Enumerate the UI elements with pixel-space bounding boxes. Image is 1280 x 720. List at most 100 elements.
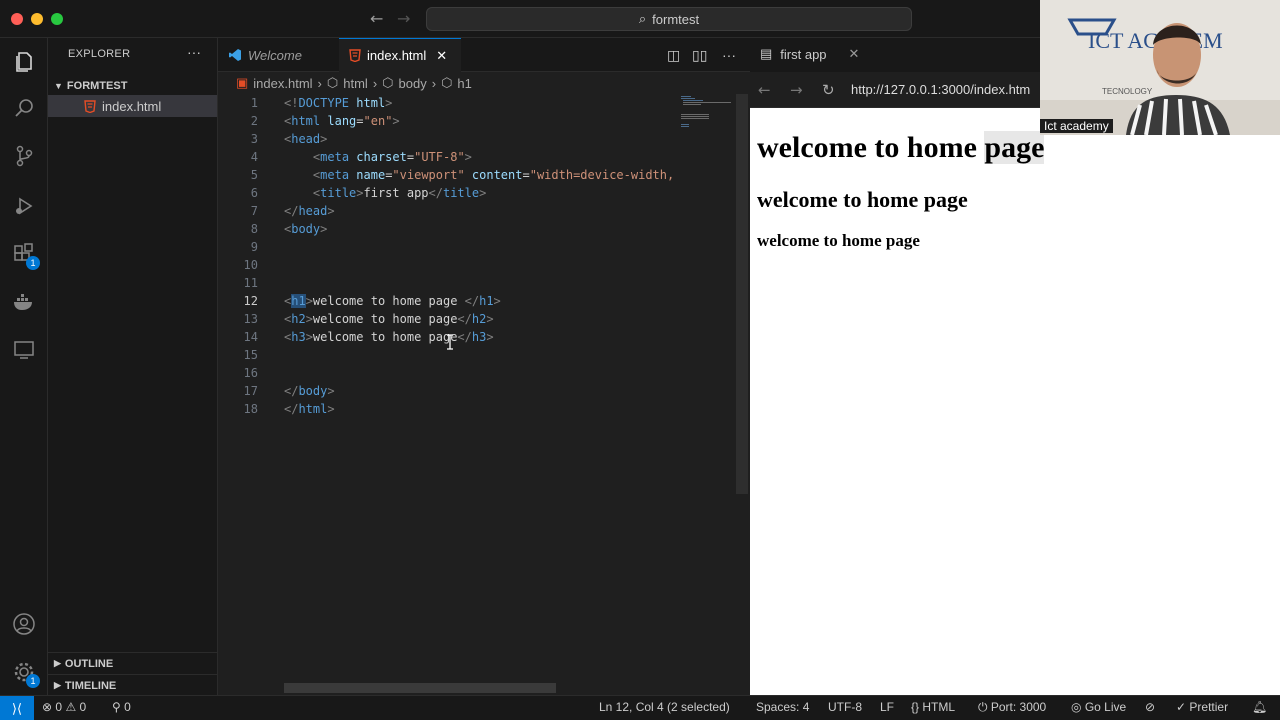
chevron-right-icon: ▶	[54, 680, 61, 690]
forward-arrow-icon[interactable]: →	[790, 81, 803, 99]
code-line[interactable]: </head>	[284, 204, 335, 218]
cursor-position[interactable]: Ln 12, Col 4 (2 selected)	[599, 700, 730, 714]
close-tab-icon[interactable]: ✕	[849, 46, 860, 62]
back-arrow-icon[interactable]: ←	[370, 9, 383, 28]
remote-indicator-icon[interactable]: ⟩⟨	[0, 696, 34, 720]
code-line[interactable]: <head>	[284, 132, 327, 146]
file-name: index.html	[102, 98, 162, 114]
more-actions-icon[interactable]: ···	[722, 47, 736, 63]
encoding[interactable]: UTF-8	[828, 700, 862, 714]
code-editor[interactable]: 1 2 3 4 5 6 7 8 9 10 11 12 13 14 15 16 17 18 <!DOCTYPE ht…	[218, 94, 750, 695]
code-line[interactable]: <meta name="viewport" content="width=dev…	[284, 168, 674, 182]
editor-tabs: Welcome index.html ✕ ◫ ▯▯ ···	[218, 38, 750, 72]
code-line[interactable]: </body>	[284, 384, 335, 398]
account-icon[interactable]	[12, 612, 36, 636]
language-mode[interactable]: {} HTML	[911, 700, 955, 714]
timeline-panel[interactable]: ▶ TIMELINE	[48, 674, 218, 696]
line-number: 12	[243, 294, 258, 308]
search-icon[interactable]	[12, 96, 36, 120]
notifications-bell-icon[interactable]: 🔔︎	[1252, 700, 1267, 714]
text-cursor-icon	[447, 334, 453, 350]
tab-label: index.html	[367, 48, 427, 63]
code-line[interactable]: <!DOCTYPE html>	[284, 96, 392, 110]
reload-icon[interactable]: ↻	[822, 81, 835, 99]
warning-count: 0	[79, 700, 87, 714]
rendered-page: welcome to home page welcome to home pag…	[750, 108, 1280, 695]
indentation[interactable]: Spaces: 4	[756, 700, 809, 714]
explorer-sidebar: EXPLORER ··· ▼ FORMTEST index.html ▶ OUT…	[48, 38, 218, 695]
go-live-button[interactable]: ◎ Go Live	[1071, 700, 1126, 714]
code-line[interactable]: <h1>welcome to home page </h1>	[284, 294, 501, 308]
breadcrumb-item[interactable]: h1	[457, 76, 471, 91]
port-label: Port: 3000	[990, 700, 1047, 714]
code-line[interactable]: <body>	[284, 222, 327, 236]
split-editor-icon[interactable]: ▯▯	[692, 47, 707, 64]
run-debug-icon[interactable]	[12, 194, 36, 218]
command-center-search[interactable]: ⌕ formtest	[426, 7, 912, 31]
line-number: 15	[243, 348, 258, 362]
code-line[interactable]: <h2>welcome to home page</h2>	[284, 312, 494, 326]
html-file-icon	[349, 49, 361, 62]
braces-icon: {}	[911, 700, 920, 714]
code-line[interactable]: <title>first app</title>	[284, 186, 486, 200]
docker-icon[interactable]	[12, 290, 36, 314]
explorer-icon[interactable]	[12, 50, 36, 74]
signal-icon: ⏻	[978, 700, 988, 714]
line-number: 5	[250, 168, 258, 182]
maximize-window-button[interactable]	[51, 13, 63, 25]
explorer-header: EXPLORER	[68, 48, 131, 60]
close-window-button[interactable]	[11, 13, 23, 25]
warning-icon: ⚠	[65, 700, 77, 714]
ports-indicator[interactable]: ⚲ 0	[112, 700, 131, 714]
vertical-scrollbar[interactable]	[736, 94, 748, 494]
code-line[interactable]: <html lang="en">	[284, 114, 400, 128]
more-actions-icon[interactable]: ···	[187, 44, 201, 60]
prettier-label: Prettier	[1189, 700, 1229, 714]
prettier-status[interactable]: ✓ Prettier	[1176, 700, 1228, 714]
page-heading-h1: welcome to home page	[757, 131, 1280, 165]
browser-tab[interactable]: ▤ first app ✕	[760, 46, 859, 62]
code-line[interactable]: </html>	[284, 402, 335, 416]
tab-index-html[interactable]: index.html ✕	[339, 38, 461, 72]
manage-gear-icon[interactable]: 1	[12, 660, 40, 688]
breadcrumb-item[interactable]: index.html	[253, 76, 312, 91]
chevron-down-icon: ▼	[54, 81, 63, 91]
end-of-line[interactable]: LF	[880, 700, 894, 714]
source-control-icon[interactable]	[12, 144, 36, 168]
manage-badge: 1	[26, 674, 40, 688]
error-count: 0	[55, 700, 63, 714]
url-input[interactable]: http://127.0.0.1:3000/index.htm	[851, 82, 1030, 97]
extensions-icon[interactable]: 1	[12, 242, 40, 270]
breadcrumb-item[interactable]: html	[343, 76, 368, 91]
problems-indicator[interactable]: ⊗ 0 ⚠ 0	[42, 700, 86, 714]
forward-arrow-icon[interactable]: →	[397, 9, 410, 28]
back-arrow-icon[interactable]: ←	[758, 81, 771, 99]
tab-label: Welcome	[248, 47, 302, 63]
page-heading-h3: welcome to home page	[757, 231, 920, 250]
line-number: 18	[243, 402, 258, 416]
line-number: 8	[250, 222, 258, 236]
code-line[interactable]: <h3>welcome to home page</h3>	[284, 330, 494, 344]
minimize-window-button[interactable]	[31, 13, 43, 25]
remote-explorer-icon[interactable]	[12, 338, 36, 362]
line-number: 17	[243, 384, 258, 398]
file-index-html[interactable]: index.html	[48, 95, 217, 117]
close-tab-icon[interactable]: ✕	[436, 48, 447, 64]
code-line[interactable]: <meta charset="UTF-8">	[284, 150, 472, 164]
broadcast-icon: ◎	[1071, 700, 1082, 714]
page-icon: ▤	[760, 46, 773, 61]
tab-welcome[interactable]: Welcome	[218, 38, 338, 72]
breadcrumb: ▣ index.html › ⬡ html › ⬡ body › ⬡ h1	[218, 72, 750, 94]
line-number: 11	[243, 276, 258, 290]
live-server-port[interactable]: ⏻ Port: 3000	[978, 700, 1046, 715]
folder-formtest[interactable]: ▼ FORMTEST	[48, 76, 218, 96]
breadcrumb-item[interactable]: body	[399, 76, 427, 91]
browser-preview: ▤ first app ✕ ← → ↻ http://127.0.0.1:300…	[750, 38, 1280, 695]
open-preview-icon[interactable]: ◫	[667, 47, 680, 64]
browser-tab-title: first app	[780, 46, 827, 62]
horizontal-scrollbar[interactable]	[284, 683, 556, 693]
copilot-icon[interactable]: ⊘	[1145, 700, 1155, 714]
line-number: 2	[250, 114, 258, 128]
outline-panel[interactable]: ▶ OUTLINE	[48, 652, 218, 674]
minimap[interactable]	[673, 94, 735, 134]
